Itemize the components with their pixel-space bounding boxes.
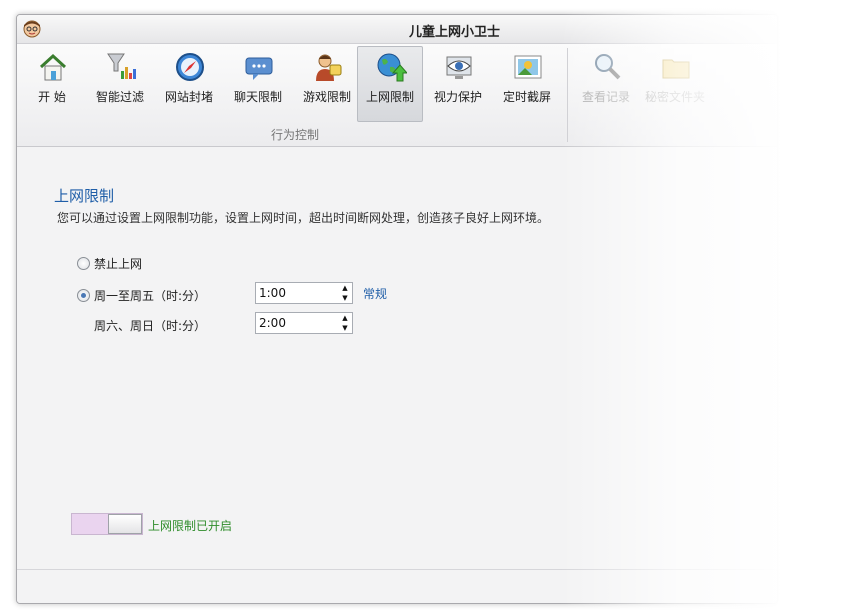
section-description: 您可以通过设置上网限制功能，设置上网时间，超出时间断网处理，创造孩子良好上网环境… xyxy=(57,211,550,225)
ribbon-button-scheduled-screenshot[interactable]: 定时截屏 xyxy=(494,46,560,122)
weekend-time-label: 周六、周日（时:分） xyxy=(94,319,207,333)
weekday-time-label[interactable]: 周一至周五（时:分） xyxy=(94,287,206,304)
home-icon xyxy=(39,53,67,81)
ribbon-group-label: 行为控制 xyxy=(270,128,319,142)
title-bar: 儿童上网小卫士 xyxy=(17,15,777,44)
ribbon-button-eye-protection[interactable]: 视力保护 xyxy=(425,46,491,122)
ribbon-label: 上网限制 xyxy=(365,90,414,104)
filter-chart-icon xyxy=(107,53,136,79)
increment-arrow-icon[interactable]: ▲ xyxy=(341,284,349,292)
decrement-arrow-icon[interactable]: ▼ xyxy=(341,294,349,302)
ribbon-button-internet-limit[interactable]: 上网限制 xyxy=(357,46,423,122)
app-window: 儿童上网小卫士 开 始 智能过滤 网站封堵 聊天限制 游戏限制 上网限制 视力保… xyxy=(16,14,778,604)
ribbon-button-view-records[interactable]: 查看记录 xyxy=(573,46,639,122)
weekend-time-value: 2:00 xyxy=(259,316,286,330)
section-title: 上网限制 xyxy=(54,187,115,205)
ribbon-label: 游戏限制 xyxy=(302,90,351,104)
toggle-knob[interactable] xyxy=(108,514,142,534)
increment-arrow-icon[interactable]: ▲ xyxy=(341,314,349,322)
ribbon-button-secret-folder[interactable]: 秘密文件夹 xyxy=(642,46,708,122)
weekday-time-value: 1:00 xyxy=(259,286,286,300)
block-internet-label[interactable]: 禁止上网 xyxy=(94,255,142,272)
time-limit-radio[interactable] xyxy=(77,289,90,302)
window-title: 儿童上网小卫士 xyxy=(409,25,501,40)
globe-up-arrow-icon xyxy=(377,53,407,82)
ribbon-button-start[interactable]: 开 始 xyxy=(19,46,85,122)
screenshot-picture-icon xyxy=(514,55,542,79)
footer-divider xyxy=(17,569,777,570)
app-logo-icon xyxy=(23,20,41,38)
ribbon-toolbar: 开 始 智能过滤 网站封堵 聊天限制 游戏限制 上网限制 视力保护 定时截屏 行… xyxy=(17,44,777,147)
ribbon-label: 定时截屏 xyxy=(502,90,551,104)
weekend-time-stepper[interactable]: 2:00 ▲ ▼ xyxy=(255,312,353,334)
eye-monitor-icon xyxy=(446,56,472,79)
ribbon-label: 聊天限制 xyxy=(233,90,282,104)
decrement-arrow-icon[interactable]: ▼ xyxy=(341,324,349,332)
block-internet-radio[interactable] xyxy=(77,257,90,270)
ribbon-button-game-limit[interactable]: 游戏限制 xyxy=(294,46,360,122)
ribbon-label: 智能过滤 xyxy=(95,90,144,104)
game-player-icon xyxy=(316,54,342,81)
chat-bubble-icon xyxy=(245,57,273,80)
ribbon-button-chat-limit[interactable]: 聊天限制 xyxy=(225,46,291,122)
ribbon-label: 开 始 xyxy=(38,90,66,104)
ribbon-group-divider xyxy=(567,48,568,142)
ribbon-label: 查看记录 xyxy=(581,90,630,104)
ribbon-button-smart-filter[interactable]: 智能过滤 xyxy=(87,46,153,122)
weekday-time-stepper[interactable]: 1:00 ▲ ▼ xyxy=(255,282,353,304)
mode-link[interactable]: 常规 xyxy=(363,285,387,302)
ribbon-button-website-block[interactable]: 网站封堵 xyxy=(156,46,222,122)
folder-lock-icon xyxy=(662,59,690,79)
internet-limit-toggle[interactable] xyxy=(71,513,143,535)
ribbon-label: 视力保护 xyxy=(433,90,482,104)
ribbon-label: 秘密文件夹 xyxy=(644,90,705,104)
ribbon-label: 网站封堵 xyxy=(164,90,213,104)
compass-icon xyxy=(176,53,204,81)
magnifier-icon xyxy=(595,54,621,80)
toggle-status-text: 上网限制已开启 xyxy=(148,519,233,533)
main-panel: 上网限制 您可以通过设置上网限制功能，设置上网时间，超出时间断网处理，创造孩子良… xyxy=(17,147,777,603)
